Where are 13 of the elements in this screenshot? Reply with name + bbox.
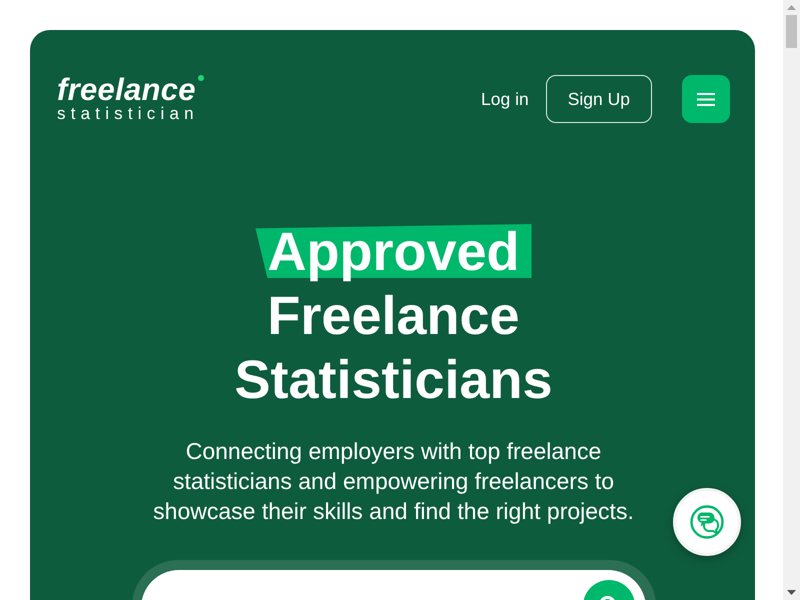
- menu-button[interactable]: [682, 75, 730, 123]
- menu-icon: [697, 92, 715, 106]
- hero-heading: Approved Freelance Statisticians: [233, 220, 554, 412]
- logo-dot-icon: [198, 75, 204, 81]
- scrollbar[interactable]: [783, 0, 800, 600]
- scroll-down-icon[interactable]: [787, 590, 796, 595]
- chat-bubbles-icon: [690, 505, 724, 539]
- signup-button[interactable]: Sign Up: [546, 75, 652, 123]
- hero-description: Connecting employers with top freelance statisticians and empowering freelancers to showcase their skills and find the right projects.: [152, 437, 635, 526]
- login-link[interactable]: Log in: [481, 88, 529, 110]
- logo-wordmark[interactable]: freelance: [57, 75, 196, 105]
- scrollbar-thumb[interactable]: [786, 15, 797, 48]
- logo-tagline[interactable]: statistician: [57, 105, 204, 123]
